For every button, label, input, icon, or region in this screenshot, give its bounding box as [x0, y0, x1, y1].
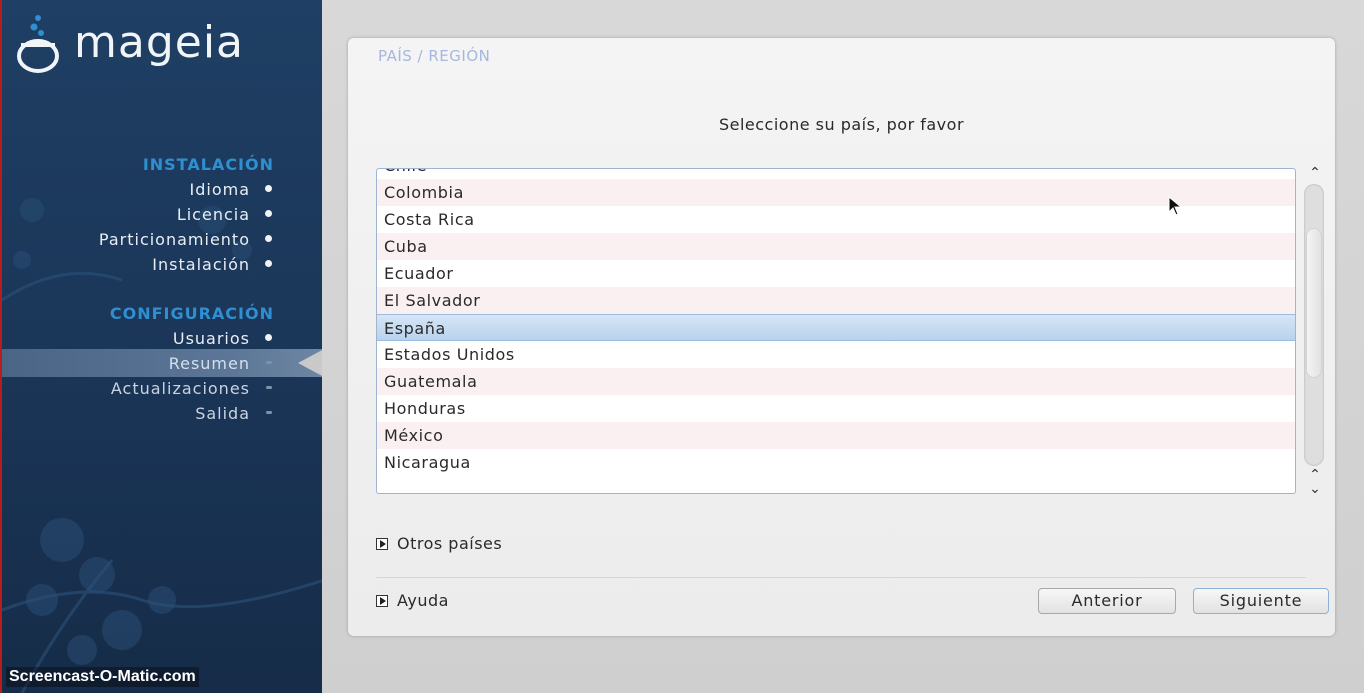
divider [376, 577, 1306, 578]
nav-item-salida: Salida [195, 404, 250, 423]
help-label[interactable]: Ayuda [397, 591, 449, 610]
step-pending-icon [266, 411, 272, 414]
nav-item-actualizaciones: Actualizaciones [110, 379, 250, 398]
active-step-pointer-icon [298, 349, 322, 377]
panel-title: PAÍS / REGIÓN [378, 47, 491, 65]
list-item-country[interactable]: Honduras [377, 395, 1295, 422]
sidebar: mageia INSTALACIÓN Idioma Licencia Parti… [0, 0, 322, 693]
other-countries-label[interactable]: Otros países [397, 534, 502, 553]
step-pending-icon [266, 386, 272, 389]
back-button[interactable]: Anterior [1038, 588, 1176, 614]
list-item-country[interactable]: El Salvador [377, 287, 1295, 314]
country-panel: PAÍS / REGIÓN Seleccione su país, por fa… [348, 38, 1335, 636]
step-done-icon [265, 260, 272, 267]
step-done-icon [265, 210, 272, 217]
help-expander[interactable]: Ayuda [376, 591, 449, 610]
nav-item-usuarios: Usuarios [172, 329, 250, 348]
step-pending-icon [266, 361, 272, 364]
list-scrollbar[interactable] [1304, 184, 1324, 466]
list-item-country[interactable]: Colombia [377, 179, 1295, 206]
list-item-country[interactable]: Ecuador [377, 260, 1295, 287]
scroll-up-down-icon[interactable]: ⌃ ⌄ [1304, 468, 1326, 496]
expand-arrow-icon[interactable] [376, 594, 388, 607]
next-button[interactable]: Siguiente [1193, 588, 1329, 614]
nav-item-idioma: Idioma [189, 180, 250, 199]
step-done-icon [265, 334, 272, 341]
section-title-instalacion: INSTALACIÓN [142, 155, 274, 174]
nav-item-particionamiento: Particionamiento [98, 230, 250, 249]
country-prompt: Seleccione su país, por favor [718, 115, 965, 134]
mageia-logo: mageia [12, 12, 244, 74]
logo-text: mageia [74, 17, 245, 68]
nav-item-instalacion: Instalación [152, 255, 250, 274]
list-item-country[interactable]: México [377, 422, 1295, 449]
scroll-up-icon[interactable]: ⌃ [1304, 166, 1326, 182]
expand-arrow-icon[interactable] [376, 537, 388, 550]
step-done-icon [265, 235, 272, 242]
list-item-country[interactable]: Chile [377, 169, 1295, 179]
mageia-cauldron-icon [17, 15, 59, 73]
list-item-country-selected[interactable]: España [377, 314, 1295, 341]
scrollbar-thumb[interactable] [1307, 229, 1321, 377]
country-list[interactable]: Chile Colombia Costa Rica Cuba Ecuador E… [376, 168, 1296, 494]
screencast-watermark: Screencast-O-Matic.com [6, 667, 199, 687]
decorative-flowers-icon [2, 198, 322, 693]
list-item-country[interactable]: Guatemala [377, 368, 1295, 395]
list-item-country[interactable]: Cuba [377, 233, 1295, 260]
nav-item-licencia: Licencia [176, 205, 250, 224]
mouse-pointer-icon [1168, 196, 1183, 216]
list-item-country[interactable]: Estados Unidos [377, 341, 1295, 368]
section-title-configuracion: CONFIGURACIÓN [109, 304, 274, 323]
list-item-country[interactable]: Nicaragua [377, 449, 1295, 476]
list-item-country[interactable]: Costa Rica [377, 206, 1295, 233]
active-step-highlight [2, 349, 322, 377]
nav-item-resumen: Resumen [168, 354, 250, 373]
step-done-icon [265, 185, 272, 192]
other-countries-expander[interactable]: Otros países [376, 534, 502, 553]
